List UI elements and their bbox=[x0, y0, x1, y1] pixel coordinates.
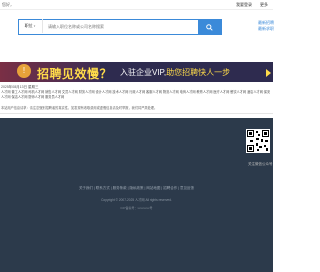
search-button[interactable]: 搜索 bbox=[198, 19, 221, 35]
top-bar: 您好， 我要登录 更多 bbox=[0, 0, 273, 10]
banner-subtext: 入驻企业VIP,助您招聘快人一步 bbox=[120, 67, 230, 78]
site-notice: 本站用户信息请求：请注意甄别招聘者的真实性，如发现有收取费用或虚假信息请及时举报… bbox=[1, 106, 158, 110]
search-input[interactable] bbox=[44, 20, 202, 32]
promo-banner[interactable]: ! 招聘见效慢？ 入驻企业VIP,助您招聘快人一步 bbox=[0, 62, 273, 82]
banner-headline: 招聘见效慢？ bbox=[37, 67, 113, 81]
footer-copyright: Copyright © 2007-2025 人才网 All rights res… bbox=[101, 198, 172, 202]
search-type-label: 职位 bbox=[24, 23, 33, 28]
divider bbox=[0, 113, 273, 114]
qr-label: 关注微信公众号 bbox=[248, 162, 273, 166]
footer bbox=[0, 118, 273, 272]
chevron-down-icon: ▾ bbox=[33, 24, 36, 28]
search-type-select[interactable]: 职位 ▾ bbox=[18, 19, 43, 33]
login-link[interactable]: 我要登录 bbox=[236, 2, 252, 8]
banner-subtext-prefix: 入驻企业VIP, bbox=[120, 68, 167, 77]
qr-code-icon bbox=[247, 130, 269, 152]
footer-icp[interactable]: ICP备案号：xxxxxxxx号 bbox=[0, 206, 273, 210]
side-links: 最新招聘 最新求职 bbox=[258, 20, 274, 32]
megaphone-icon: ! bbox=[17, 64, 31, 78]
side-link-latest-resumes[interactable]: 最新求职 bbox=[258, 26, 274, 32]
job-category-links[interactable]: 人才网 普工人才网 司机人才网 销售人才网 文员人才网 财务人才网 设计人才网 … bbox=[1, 90, 273, 100]
welcome-text: 您好， bbox=[2, 2, 14, 7]
banner-subtext-highlight: 助您招聘快人一步 bbox=[166, 68, 231, 77]
arrow-right-icon bbox=[266, 69, 271, 77]
footer-links[interactable]: 关于我们 | 联系方式 | 服务条款 | 隐私政策 | 网站地图 | 招聘合作 … bbox=[0, 186, 273, 191]
search-icon bbox=[206, 23, 213, 31]
more-link[interactable]: 更多 bbox=[260, 2, 268, 8]
qr-code bbox=[246, 129, 270, 153]
